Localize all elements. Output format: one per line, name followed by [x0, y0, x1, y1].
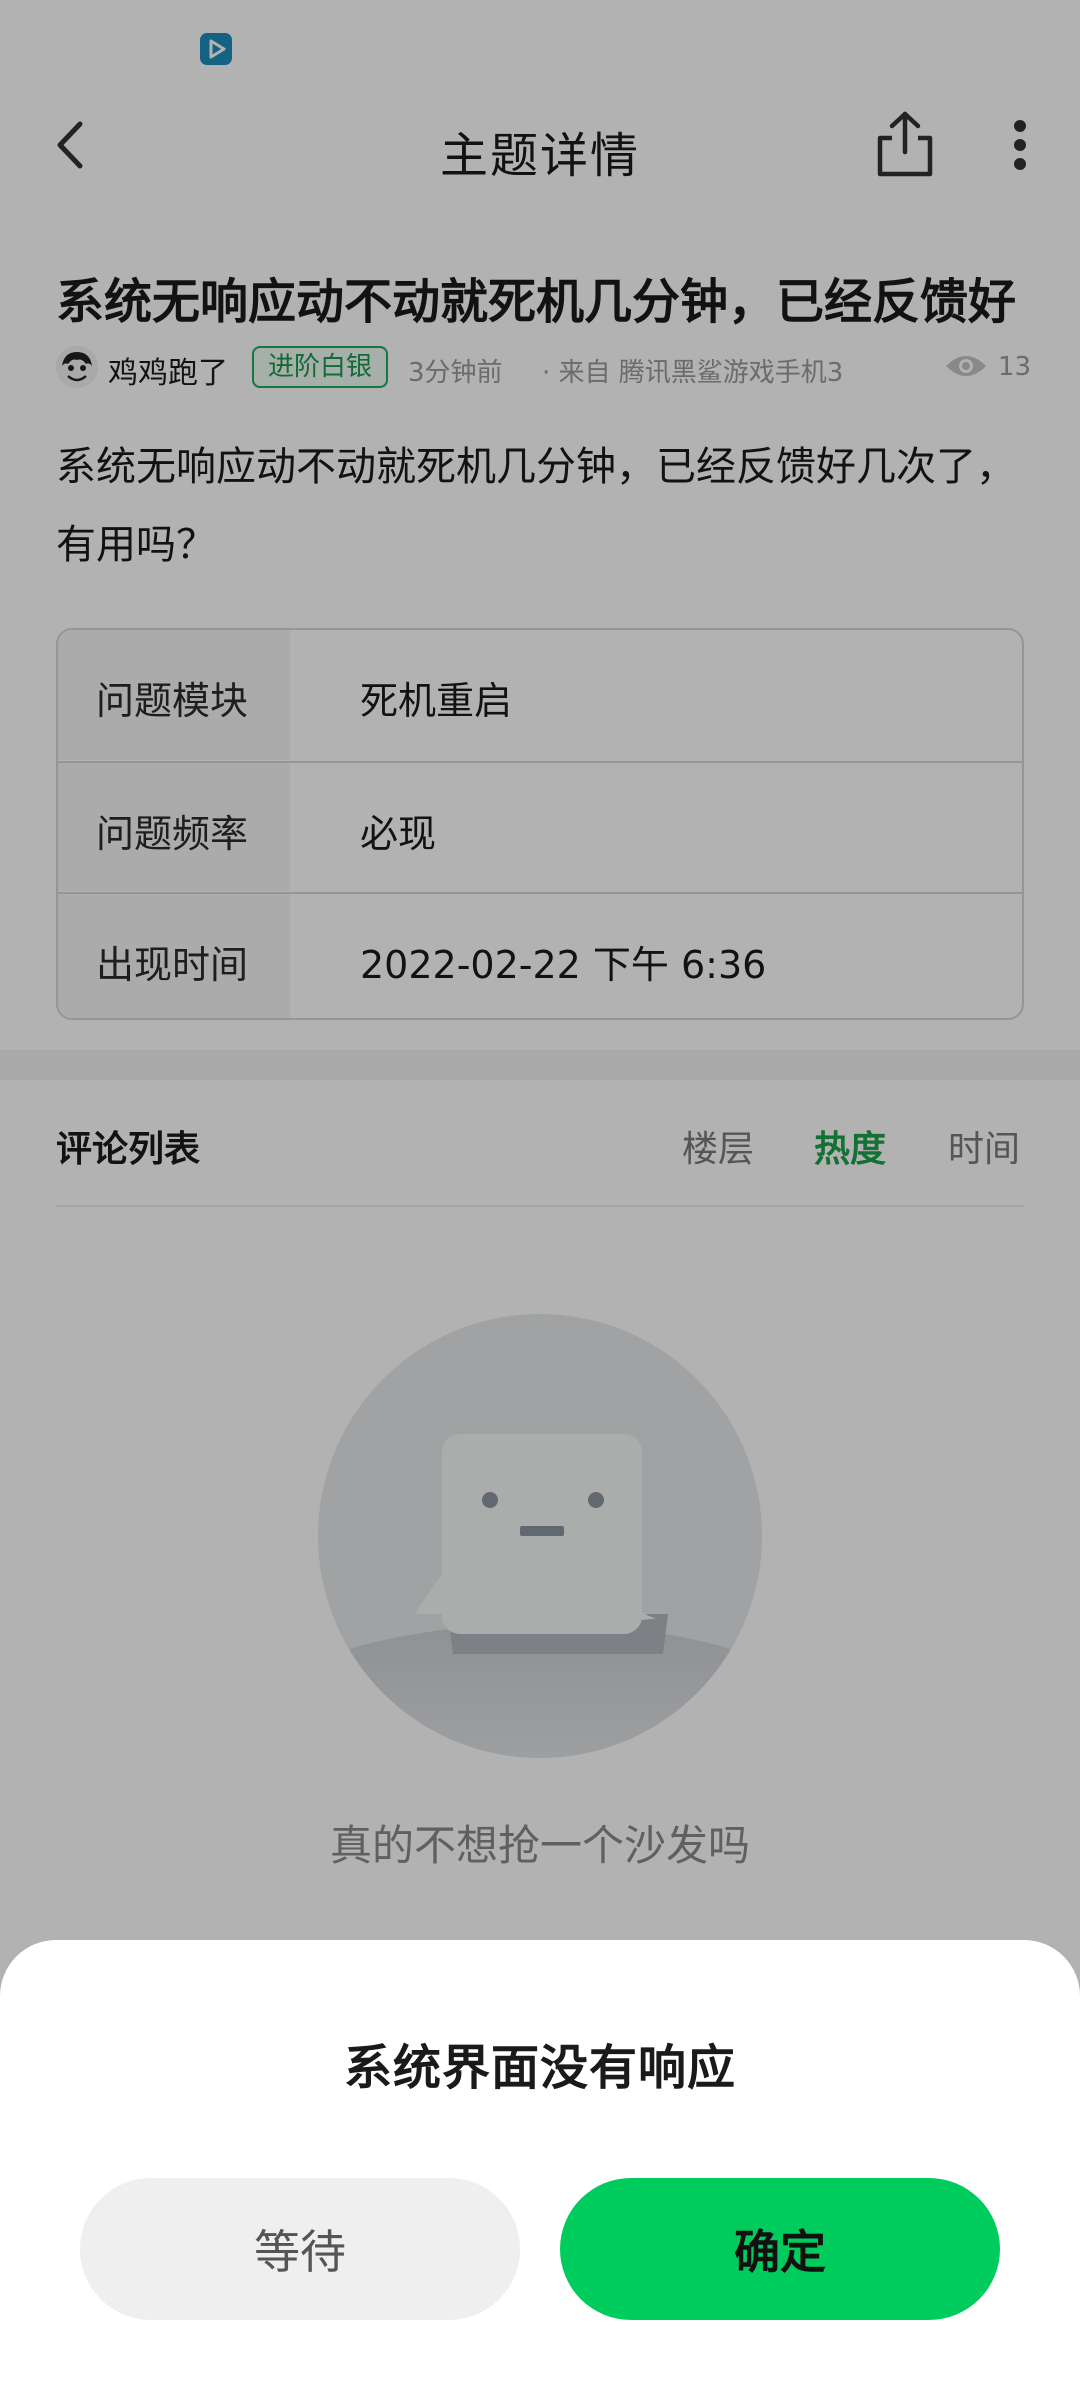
screen: 主题详情 系统无响应动不动就死机几分钟，已经反馈好 鸡鸡跑了 进阶白银 3分钟前… — [0, 0, 1080, 2400]
confirm-button[interactable]: 确定 — [560, 2178, 1000, 2320]
dialog-title: 系统界面没有响应 — [343, 2040, 736, 2096]
anr-dialog: 系统界面没有响应 等待 确定 — [0, 1940, 1080, 2400]
wait-button[interactable]: 等待 — [80, 2178, 520, 2320]
